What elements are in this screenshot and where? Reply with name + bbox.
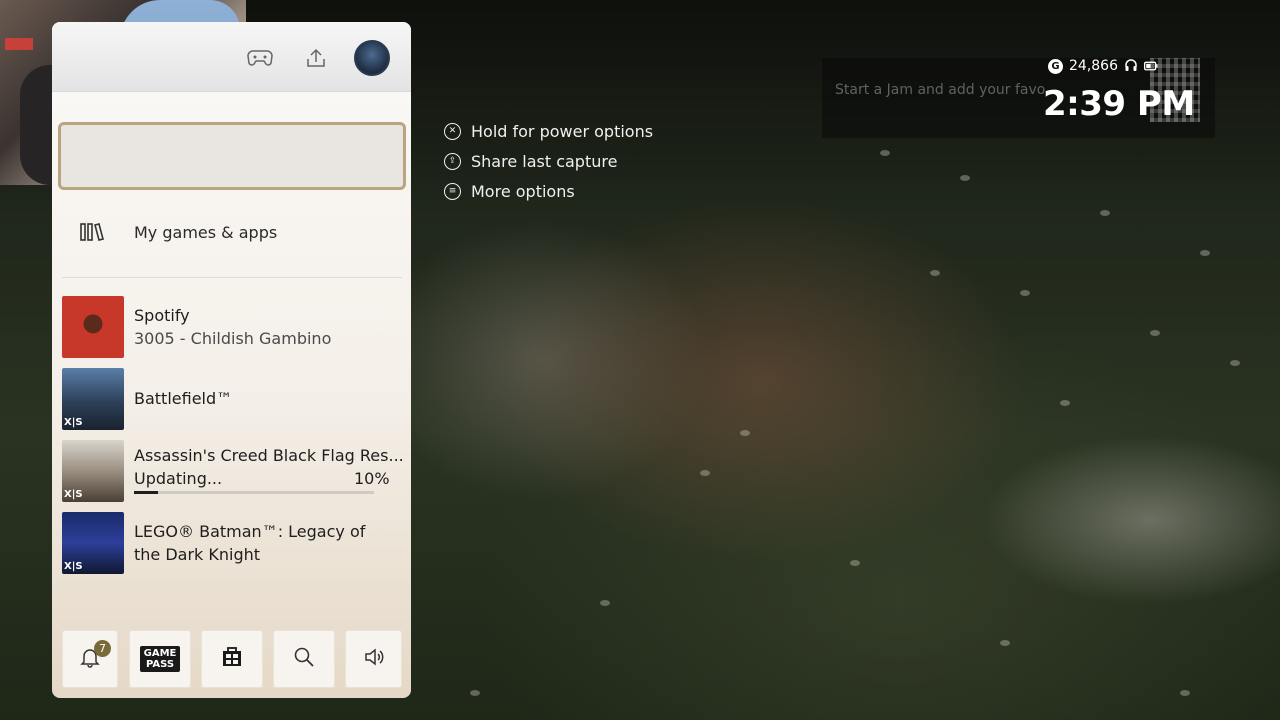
gamerscore-value: 24,866: [1069, 58, 1118, 74]
hint-more-label: More options: [471, 181, 575, 201]
recent-item-lego-batman[interactable]: X|S LEGO® Batman™: Legacy of the Dark Kn…: [62, 512, 407, 574]
recent-item-title: Battlefield™: [134, 389, 233, 408]
series-xs-badge: X|S: [64, 417, 83, 428]
recent-item-title-line2: the Dark Knight: [134, 545, 261, 564]
game-pass-logo-icon: GAME PASS: [140, 646, 180, 672]
update-percent: 10%: [354, 469, 390, 488]
share-button-icon: ⇪: [444, 152, 461, 170]
series-xs-badge: X|S: [64, 489, 83, 500]
spotify-album-art: [62, 296, 124, 358]
guide-top-bar: [52, 22, 411, 92]
store-button[interactable]: [201, 630, 263, 688]
store-icon: [221, 646, 243, 672]
volume-button[interactable]: [345, 630, 402, 688]
recent-item-spotify[interactable]: Spotify 3005 - Childish Gambino: [62, 296, 407, 358]
lego-batman-box-art: X|S: [62, 512, 124, 574]
search-button[interactable]: [273, 630, 335, 688]
hint-more-options: ≡ More options: [444, 176, 653, 206]
xbox-button-icon: ✕: [444, 122, 461, 140]
series-xs-badge: X|S: [64, 561, 83, 572]
recent-item-battlefield[interactable]: X|S Battlefield™: [62, 368, 407, 430]
assassins-creed-box-art: X|S: [62, 440, 124, 502]
speaker-icon: [363, 646, 385, 672]
hint-share-capture: ⇪ Share last capture: [444, 146, 653, 176]
profile-avatar[interactable]: [354, 40, 390, 76]
qr-code-overlay: [1150, 58, 1200, 122]
guide-panel: My games & apps Spotify 3005 - Childish …: [52, 22, 411, 698]
gamerscore-icon: G: [1048, 58, 1063, 74]
hint-share-label: Share last capture: [471, 151, 618, 171]
headset-icon: [1124, 59, 1138, 73]
upload-share-icon[interactable]: [302, 44, 330, 72]
game-pass-button[interactable]: GAME PASS: [129, 630, 191, 688]
notifications-button[interactable]: 7: [62, 630, 118, 688]
selected-tile[interactable]: [58, 122, 406, 190]
hint-power-options: ✕ Hold for power options: [444, 116, 653, 146]
my-games-apps-item[interactable]: My games & apps: [52, 210, 411, 254]
search-icon: [293, 646, 315, 672]
divider: [62, 277, 402, 278]
hint-power-label: Hold for power options: [471, 121, 654, 141]
status-bar: G 24,866: [1048, 56, 1158, 76]
recent-item-title: Spotify: [134, 306, 190, 325]
library-icon: [79, 222, 107, 242]
menu-button-icon: ≡: [444, 182, 461, 200]
update-progress-fill: [134, 491, 158, 494]
update-status: Updating...: [134, 469, 223, 488]
recent-item-subtitle: 3005 - Childish Gambino: [134, 329, 332, 348]
recent-item-title-line1: LEGO® Batman™: Legacy of: [134, 522, 366, 541]
game-pass-logo-line2: PASS: [145, 659, 175, 670]
jam-prompt-text: Start a Jam and add your favo: [835, 82, 1046, 98]
battlefield-box-art: X|S: [62, 368, 124, 430]
recent-item-title: Assassin's Creed Black Flag Res...: [134, 446, 404, 465]
controller-icon[interactable]: [246, 44, 274, 72]
guide-bottom-bar: 7 GAME PASS: [62, 630, 402, 688]
notification-count-badge: 7: [94, 640, 111, 657]
button-hints: ✕ Hold for power options ⇪ Share last ca…: [444, 116, 653, 206]
my-games-apps-label: My games & apps: [134, 222, 278, 242]
update-progress-bar: [134, 491, 374, 494]
webcam-red-object: [5, 38, 33, 50]
game-pass-logo-line1: GAME: [143, 648, 177, 659]
